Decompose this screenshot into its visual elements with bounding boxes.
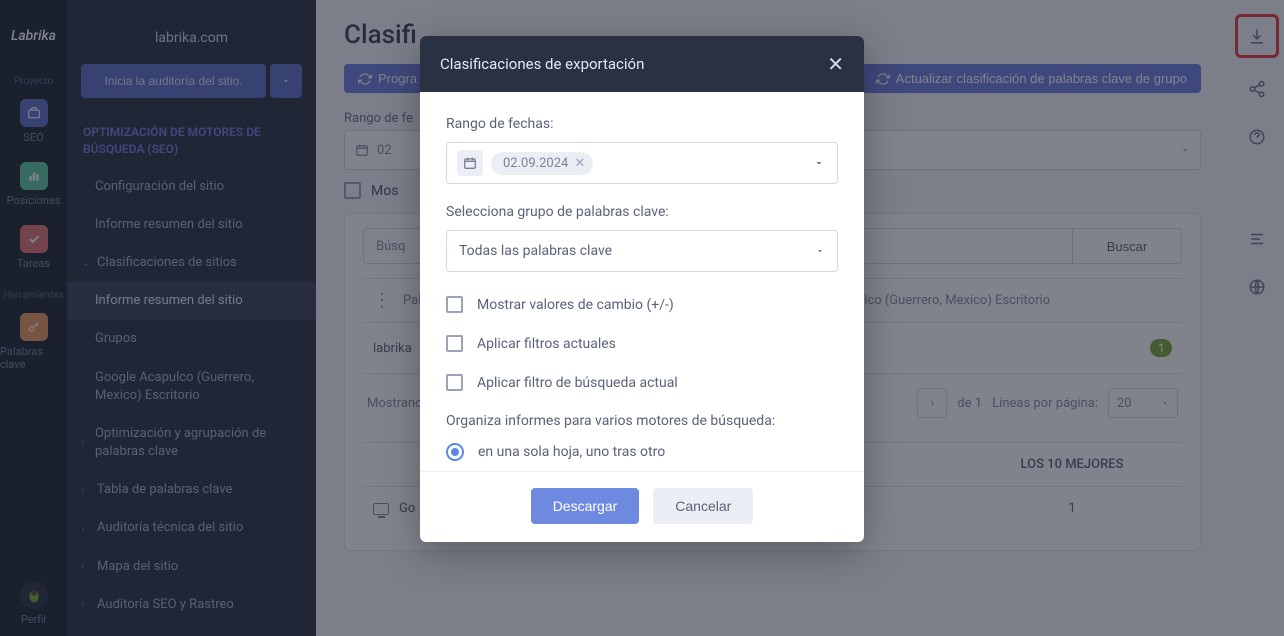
cancel-button[interactable]: Cancelar xyxy=(653,488,753,524)
calendar-icon xyxy=(457,150,483,176)
show-change-checkbox[interactable] xyxy=(446,296,463,313)
close-icon[interactable]: ✕ xyxy=(827,52,844,76)
modal-kw-group-select[interactable]: Todas las palabras clave xyxy=(446,230,838,272)
modal-kw-group-label: Selecciona grupo de palabras clave: xyxy=(446,204,838,220)
apply-filters-label: Aplicar filtros actuales xyxy=(477,336,616,352)
single-sheet-radio[interactable] xyxy=(446,443,464,461)
date-chip: 02.09.2024 ✕ xyxy=(491,152,593,175)
export-modal: Clasificaciones de exportación ✕ Rango d… xyxy=(420,36,864,542)
modal-title: Clasificaciones de exportación xyxy=(440,55,644,73)
single-sheet-label: en una sola hoja, uno tras otro xyxy=(478,444,665,460)
show-change-label: Mostrar valores de cambio (+/-) xyxy=(477,297,674,313)
modal-range-label: Rango de fechas: xyxy=(446,116,838,132)
apply-search-filter-checkbox[interactable] xyxy=(446,374,463,391)
apply-search-filter-label: Aplicar filtro de búsqueda actual xyxy=(477,375,678,391)
modal-date-field[interactable]: 02.09.2024 ✕ xyxy=(446,142,838,184)
download-button-modal[interactable]: Descargar xyxy=(531,488,640,524)
chevron-down-icon[interactable] xyxy=(807,157,831,169)
apply-filters-checkbox[interactable] xyxy=(446,335,463,352)
remove-date-icon[interactable]: ✕ xyxy=(574,156,585,171)
organize-label: Organiza informes para varios motores de… xyxy=(446,413,838,429)
